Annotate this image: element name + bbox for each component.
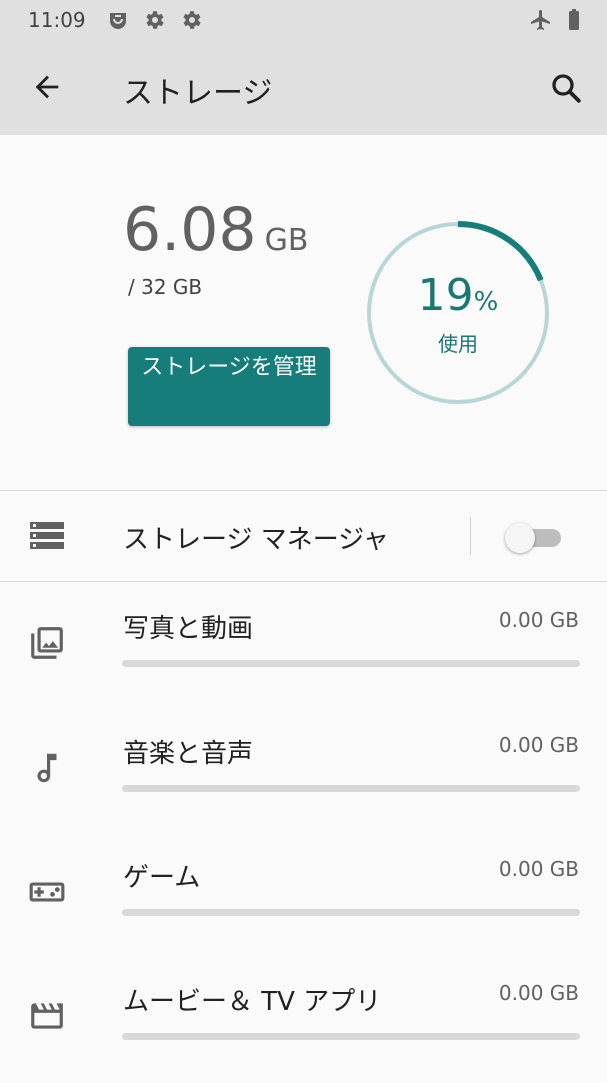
category-movies-tv[interactable]: ムービー＆ TV アプリ 0.00 GB <box>0 959 607 1083</box>
category-usage-bar <box>122 785 580 792</box>
category-music-audio[interactable]: 音楽と音声 0.00 GB <box>0 711 607 835</box>
storage-summary: 6.08 GB / 32 GB ストレージを管理 19% 使用 <box>0 135 607 490</box>
category-size: 0.00 GB <box>498 608 579 632</box>
category-usage-bar <box>122 909 580 916</box>
airplane-mode-icon <box>531 10 550 30</box>
storage-manager-toggle[interactable] <box>505 523 563 553</box>
storage-manager-label: ストレージ マネージャ <box>123 525 389 555</box>
vertical-divider <box>470 517 471 555</box>
category-size: 0.00 GB <box>498 733 579 757</box>
category-usage-bar <box>122 1033 580 1040</box>
category-games[interactable]: ゲーム 0.00 GB <box>0 835 607 959</box>
gear-icon <box>146 11 164 29</box>
battery-icon <box>569 9 579 30</box>
category-label: ムービー＆ TV アプリ <box>123 987 382 1017</box>
gamepad-icon <box>29 882 65 902</box>
category-label: ゲーム <box>123 863 201 893</box>
movie-clapper-icon <box>31 1003 63 1029</box>
usage-percent-symbol: % <box>473 287 499 317</box>
storage-manager-row[interactable]: ストレージ マネージャ <box>0 491 607 581</box>
photos-icon <box>31 627 63 659</box>
status-bar: 11:09 <box>0 0 607 40</box>
used-unit: GB <box>264 223 309 258</box>
storage-icon <box>30 522 64 549</box>
category-label: 音楽と音声 <box>123 739 254 769</box>
assistant-icon <box>110 13 126 29</box>
total-storage: / 32 GB <box>128 275 203 299</box>
usage-percent: 19% <box>365 270 551 321</box>
category-usage-bar <box>122 660 580 667</box>
status-time: 11:09 <box>28 8 86 32</box>
category-size: 0.00 GB <box>498 857 579 881</box>
page-title: ストレージ <box>123 76 273 111</box>
app-bar: ストレージ <box>0 40 607 135</box>
gear-icon <box>183 11 201 29</box>
category-photos-videos[interactable]: 写真と動画 0.00 GB <box>0 586 607 710</box>
category-size: 0.00 GB <box>498 981 579 1005</box>
used-storage: 6.08 GB <box>123 195 308 265</box>
toggle-thumb <box>505 523 535 553</box>
music-note-icon <box>37 753 57 783</box>
used-value: 6.08 <box>123 195 257 265</box>
usage-label: 使用 <box>438 332 478 356</box>
arrow-back-icon[interactable] <box>30 70 64 104</box>
category-label: 写真と動画 <box>123 614 254 644</box>
divider <box>0 581 607 582</box>
usage-percent-value: 19 <box>417 270 474 321</box>
manage-storage-button[interactable]: ストレージを管理 <box>128 347 330 426</box>
search-icon[interactable] <box>548 70 584 106</box>
